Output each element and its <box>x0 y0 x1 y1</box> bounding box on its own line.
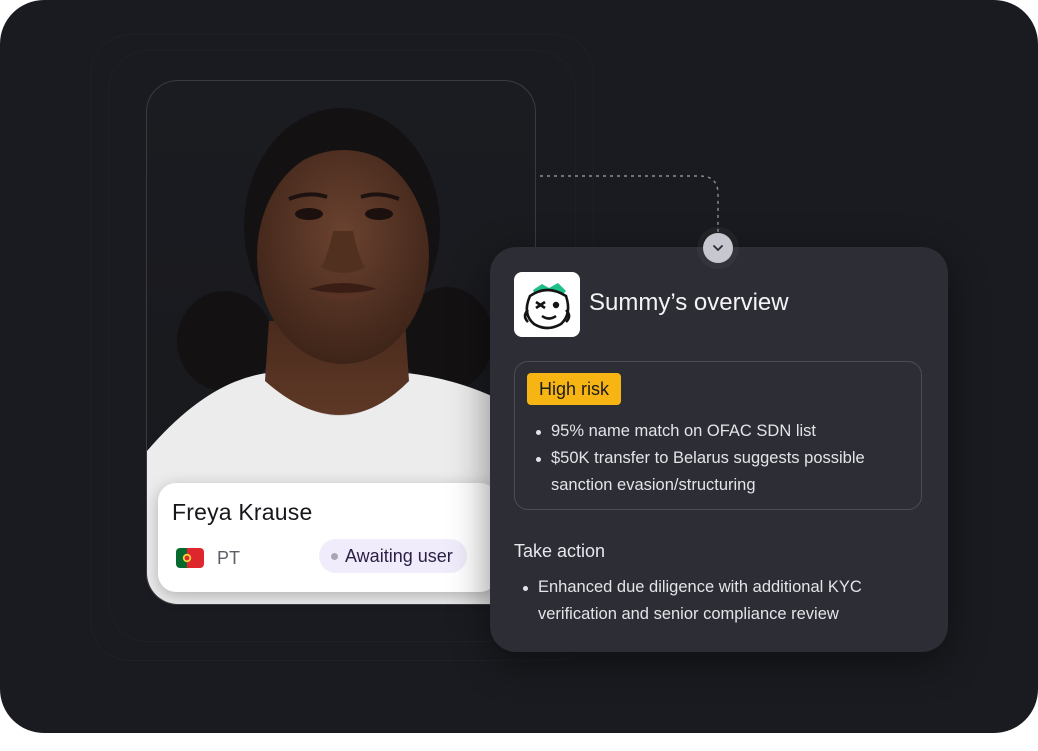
risk-badge: High risk <box>527 373 622 405</box>
list-item: Enhanced due diligence with additional K… <box>514 574 914 628</box>
list-item: $50K transfer to Belarus suggests possib… <box>527 445 907 499</box>
overview-card: Summy’s overview High risk 95% name matc… <box>490 247 948 652</box>
portugal-flag-icon <box>176 548 204 568</box>
app-frame: Freya Krause PT Awaiting user Summy’s ov… <box>0 0 1038 733</box>
list-item: 95% name match on OFAC SDN list <box>527 418 907 445</box>
user-name: Freya Krause <box>172 499 313 525</box>
country-code: PT <box>217 548 241 568</box>
risk-summary: High risk 95% name match on OFAC SDN lis… <box>514 361 922 510</box>
risk-findings-list: 95% name match on OFAC SDN list $50K tra… <box>527 418 907 499</box>
action-list: Enhanced due diligence with additional K… <box>514 574 914 628</box>
summy-mascot-icon <box>514 272 580 337</box>
take-action-heading: Take action <box>514 541 606 561</box>
status-label: Awaiting user <box>345 545 453 566</box>
identity-card[interactable]: Freya Krause PT Awaiting user <box>158 483 498 592</box>
chevron-down-icon[interactable] <box>703 233 733 263</box>
status-dot-icon <box>331 553 338 560</box>
overview-title: Summy’s overview <box>589 289 789 316</box>
status-badge: Awaiting user <box>319 539 467 573</box>
